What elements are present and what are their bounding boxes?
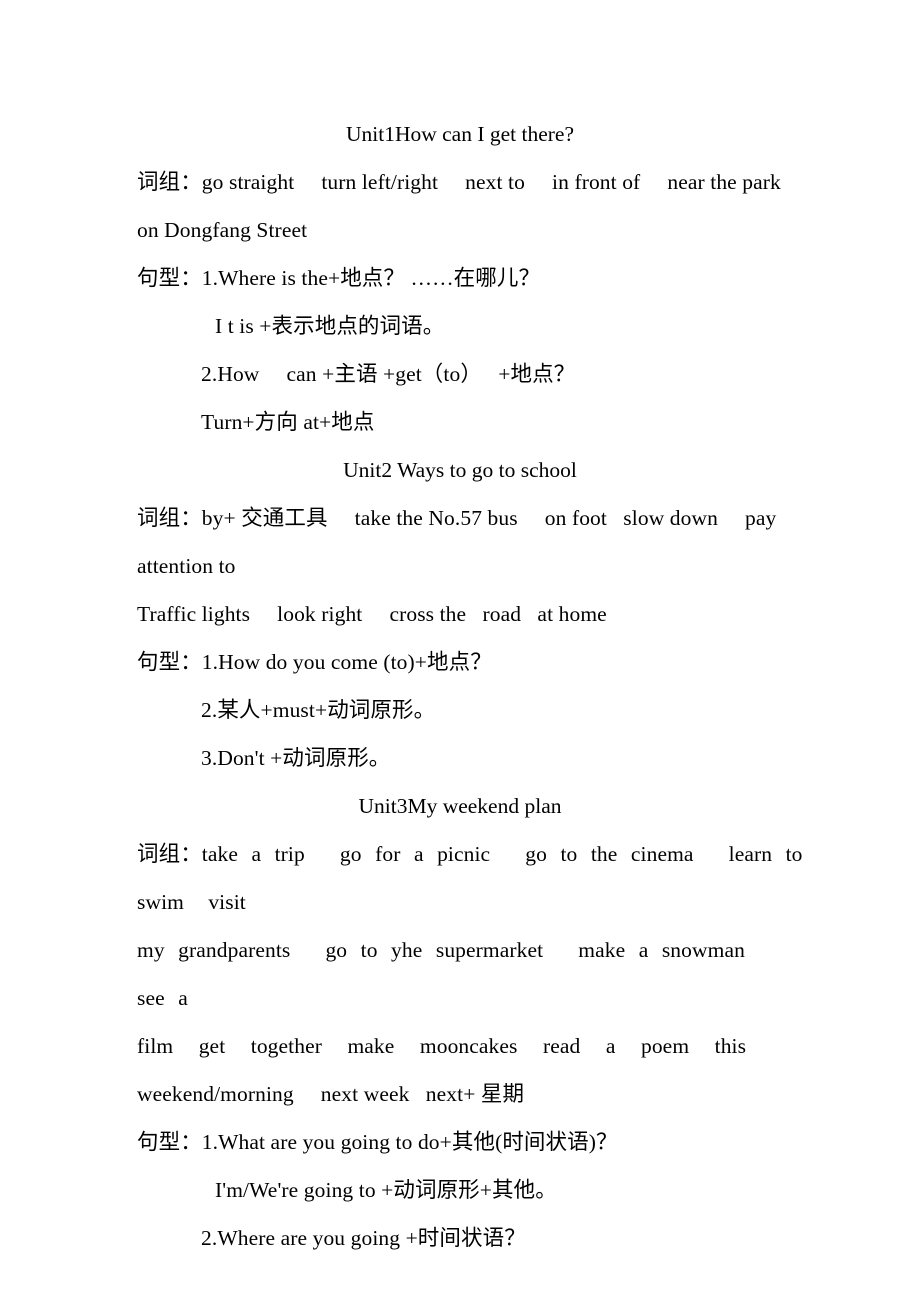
unit2-pattern-3: 3.Don't +动词原形。: [201, 746, 391, 770]
unit3-pattern-1: 句型：1.What are you going to do+其他(时间状语)？: [137, 1130, 618, 1154]
unit3-phrases-line-3: film get together make mooncakes read a …: [137, 1034, 747, 1058]
unit1-heading: Unit1How can I get there?: [345, 122, 575, 146]
unit3-phrases-line-2: my grandparents go to yhe supermarket ma…: [137, 938, 781, 1010]
unit2-pattern-2: 2.某人+must+动词原形。: [201, 698, 436, 722]
unit2-phrases-line-2: attention to: [137, 554, 236, 578]
unit1-pattern-3: 2.How can +主语 +get（to） +地点？: [201, 362, 576, 386]
unit1-phrases-line-1: 词组：go straight turn left/right next to i…: [137, 170, 781, 194]
document-page: Unit1How can I get there? 词组：go straight…: [0, 0, 920, 1302]
unit2-pattern-1: 句型：1.How do you come (to)+地点？: [137, 650, 492, 674]
unit1-pattern-1: 句型：1.Where is the+地点？ ……在哪儿？: [137, 266, 541, 290]
unit3-pattern-3: 2.Where are you going +时间状语？: [201, 1226, 526, 1250]
unit3-phrases-line-4: weekend/morning next week next+ 星期: [137, 1082, 525, 1106]
unit1-pattern-2: I t is +表示地点的词语。: [215, 314, 445, 338]
unit2-phrases-line-1: 词组：by+ 交通工具 take the No.57 bus on foot s…: [137, 506, 777, 530]
unit2-heading: Unit2 Ways to go to school: [343, 458, 577, 482]
unit1-phrases-line-2: on Dongfang Street: [137, 218, 308, 242]
unit2-phrases-line-3: Traffic lights look right cross the road…: [137, 602, 607, 626]
unit3-pattern-2: I'm/We're going to +动词原形+其他。: [215, 1178, 557, 1202]
unit3-phrases-line-1: 词组：take a trip go for a picnic go to the…: [137, 842, 816, 914]
unit1-pattern-4: Turn+方向 at+地点: [201, 410, 375, 434]
unit3-heading: Unit3My weekend plan: [358, 794, 562, 818]
